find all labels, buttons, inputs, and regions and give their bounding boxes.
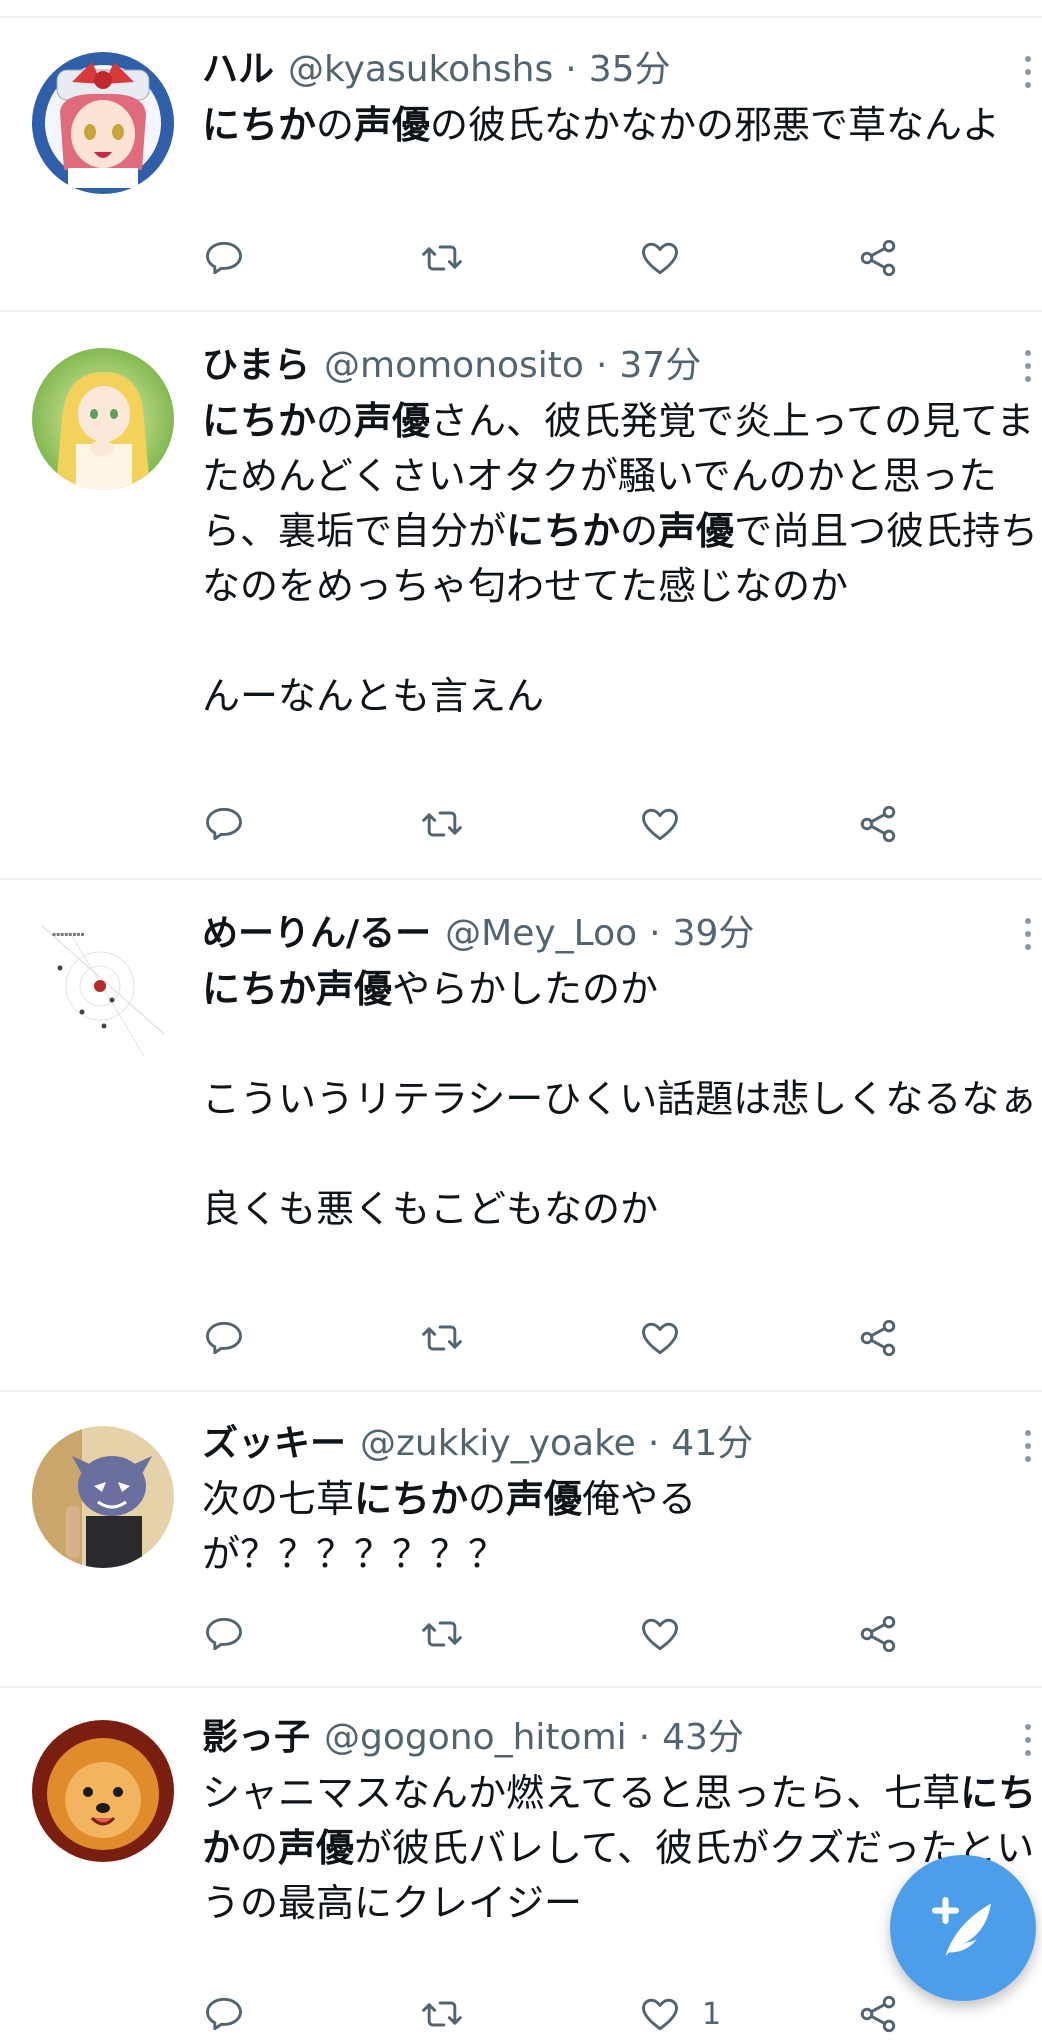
reply-button[interactable]	[202, 228, 246, 288]
share-button[interactable]	[856, 228, 900, 288]
reply-button[interactable]	[202, 1984, 246, 2044]
retweet-icon	[420, 236, 464, 280]
tweet-actions	[202, 1308, 922, 1368]
like-button[interactable]	[638, 794, 702, 854]
tweet-actions	[202, 1604, 922, 1664]
tweet-header: ズッキー @zukkiy_yoake · 41分	[202, 1416, 1042, 1472]
heart-icon	[638, 1316, 682, 1360]
retweet-button[interactable]	[420, 1604, 464, 1664]
retweet-icon	[420, 1612, 464, 1656]
timestamp[interactable]: 41分	[671, 1416, 753, 1472]
tweet-text: にちか声優やらかしたのか こういうリテラシーひくい話題は悲しくなるなぁ 良くも悪…	[202, 967, 1038, 1231]
retweet-button[interactable]	[420, 228, 464, 288]
avatar[interactable]	[32, 1426, 174, 1568]
avatar[interactable]	[32, 1720, 174, 1862]
share-button[interactable]	[856, 1308, 900, 1368]
display-name[interactable]: めーりん/るー	[202, 906, 431, 962]
tweet[interactable]: ハル @kyasukohshs · 35分 にちかの声優の彼氏なかなかの邪悪で草…	[0, 18, 1042, 312]
retweet-icon	[420, 1316, 464, 1360]
tweet-actions	[202, 228, 922, 288]
reply-icon	[202, 1316, 246, 1360]
share-icon	[856, 1612, 900, 1656]
separator-dot: ·	[647, 1423, 660, 1464]
user-handle[interactable]: @kyasukohshs	[288, 42, 553, 98]
avatar[interactable]: ▪▪▪▪▪▪▪▪	[32, 916, 174, 1058]
display-name[interactable]: ひまら	[202, 338, 310, 394]
timestamp[interactable]: 35分	[589, 42, 671, 98]
share-icon	[856, 802, 900, 846]
display-name[interactable]: ズッキー	[202, 1416, 346, 1472]
timestamp[interactable]: 43分	[662, 1710, 744, 1766]
separator-dot: ·	[649, 913, 661, 954]
tweet-header: ひまら @momonosito · 37分	[202, 338, 1042, 394]
reply-button[interactable]	[202, 1604, 246, 1664]
reply-icon	[202, 1992, 246, 2036]
tweet[interactable]: ▪▪▪▪▪▪▪▪ めーりん/るー @Mey_Loo · 39分 にちか声優やらか…	[0, 880, 1042, 1392]
more-options-icon[interactable]	[1022, 1724, 1034, 1764]
more-options-icon[interactable]	[1022, 56, 1034, 96]
share-button[interactable]	[856, 1604, 900, 1664]
tweet-header: めーりん/るー @Mey_Loo · 39分	[202, 906, 1042, 962]
retweet-button[interactable]	[420, 794, 464, 854]
tweet-text: にちかの声優の彼氏なかなかの邪悪で草なんよ	[202, 103, 1001, 147]
reply-button[interactable]	[202, 794, 246, 854]
share-icon	[856, 236, 900, 280]
compose-tweet-button[interactable]	[890, 1855, 1036, 2001]
like-button[interactable]: 1	[638, 1984, 721, 2044]
share-button[interactable]	[856, 794, 900, 854]
more-options-icon[interactable]	[1022, 350, 1034, 390]
reply-button[interactable]	[202, 1308, 246, 1368]
retweet-button[interactable]	[420, 1984, 464, 2044]
like-button[interactable]	[638, 1604, 702, 1664]
avatar[interactable]	[32, 52, 174, 194]
separator-dot: ·	[638, 1717, 651, 1758]
tweet-actions	[202, 794, 922, 854]
tweet[interactable]: ひまら @momonosito · 37分 にちかの声優さん、彼氏発覚で炎上って…	[0, 312, 1042, 880]
timestamp[interactable]: 37分	[619, 338, 701, 394]
heart-icon	[638, 1612, 682, 1656]
tweet-header: ハル @kyasukohshs · 35分	[202, 42, 1042, 98]
reply-icon	[202, 236, 246, 280]
heart-icon	[638, 236, 682, 280]
separator-dot: ·	[595, 345, 608, 386]
user-handle[interactable]: @momonosito	[324, 338, 584, 394]
like-button[interactable]	[638, 1308, 702, 1368]
heart-icon	[638, 1992, 682, 2036]
more-options-icon[interactable]	[1022, 918, 1034, 958]
like-count: 1	[702, 1996, 722, 2032]
display-name[interactable]: ハル	[202, 42, 274, 98]
display-name[interactable]: 影っ子	[202, 1710, 310, 1766]
tweet-text: 次の七草にちかの声優俺やる が？？？？？？？	[202, 1477, 697, 1576]
share-icon	[856, 1316, 900, 1360]
share-button[interactable]	[856, 1984, 900, 2044]
share-icon	[856, 1992, 900, 2036]
separator-dot: ·	[565, 49, 577, 90]
user-handle[interactable]: @gogono_hitomi	[324, 1710, 627, 1766]
tweet[interactable]: ズッキー @zukkiy_yoake · 41分 次の七草にちかの声優俺やる が…	[0, 1392, 1042, 1688]
tweet[interactable]: 影っ子 @gogono_hitomi · 43分 シャニマスなんか燃えてると思っ…	[0, 1688, 1042, 2033]
user-handle[interactable]: @Mey_Loo	[445, 906, 637, 962]
compose-tweet-icon	[931, 1896, 991, 1956]
more-options-icon[interactable]	[1022, 1430, 1034, 1470]
like-button[interactable]	[638, 228, 702, 288]
retweet-icon	[420, 802, 464, 846]
timestamp[interactable]: 39分	[673, 906, 755, 962]
tweet-actions: 1	[202, 1984, 922, 2044]
avatar[interactable]	[32, 348, 174, 490]
tweet-header: 影っ子 @gogono_hitomi · 43分	[202, 1710, 1042, 1766]
reply-icon	[202, 1612, 246, 1656]
heart-icon	[638, 802, 682, 846]
retweet-icon	[420, 1992, 464, 2036]
retweet-button[interactable]	[420, 1308, 464, 1368]
user-handle[interactable]: @zukkiy_yoake	[360, 1416, 636, 1472]
svg-text:▪▪▪▪▪▪▪▪: ▪▪▪▪▪▪▪▪	[52, 931, 85, 938]
tweet-text: にちかの声優さん、彼氏発覚で炎上っての見てまためんどくさいオタクが騒いでんのかと…	[202, 399, 1039, 718]
reply-icon	[202, 802, 246, 846]
